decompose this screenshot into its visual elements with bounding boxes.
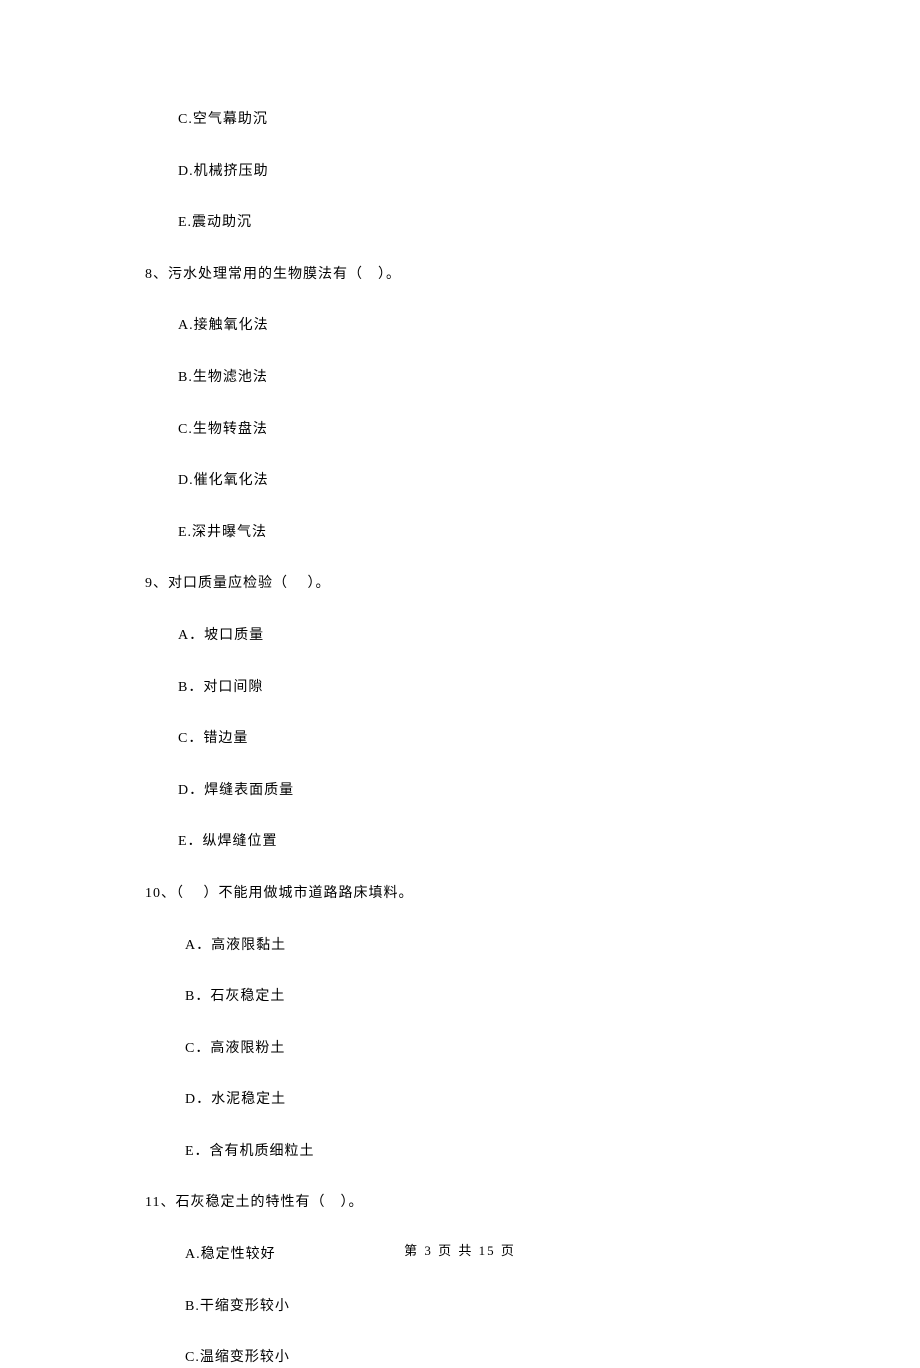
option-text: C.空气幕助沉 [145,110,820,130]
option-text: A．坡口质量 [145,626,820,646]
option-text: C．错边量 [145,729,820,749]
question-stem: 8、污水处理常用的生物膜法有（ ）。 [145,265,820,285]
option-text: C.生物转盘法 [145,420,820,440]
option-text: B.生物滤池法 [145,368,820,388]
option-text: D．焊缝表面质量 [145,781,820,801]
document-page: C.空气幕助沉 D.机械挤压助 E.震动助沉 8、污水处理常用的生物膜法有（ ）… [0,0,920,1368]
option-text: E.深井曝气法 [145,523,820,543]
page-footer: 第 3 页 共 15 页 [0,1240,920,1259]
option-text: D.机械挤压助 [145,162,820,182]
option-text: B.干缩变形较小 [145,1297,820,1317]
option-text: A.接触氧化法 [145,316,820,336]
option-text: C.温缩变形较小 [145,1348,820,1368]
option-text: B．对口间隙 [145,678,820,698]
option-text: D．水泥稳定土 [145,1090,820,1110]
option-text: A．高液限黏土 [145,936,820,956]
question-stem: 11、石灰稳定土的特性有（ ）。 [145,1193,820,1213]
option-text: E.震动助沉 [145,213,820,233]
option-text: D.催化氧化法 [145,471,820,491]
option-text: B．石灰稳定土 [145,987,820,1007]
option-text: E．纵焊缝位置 [145,832,820,852]
question-stem: 10、（ ）不能用做城市道路路床填料。 [145,884,820,904]
question-stem: 9、对口质量应检验（ ）。 [145,574,820,594]
option-text: C．高液限粉土 [145,1039,820,1059]
option-text: E．含有机质细粒土 [145,1142,820,1162]
